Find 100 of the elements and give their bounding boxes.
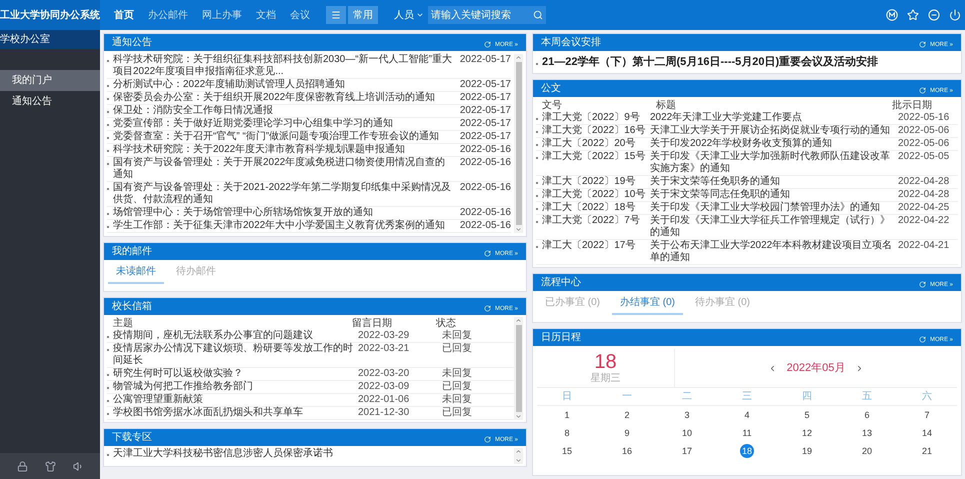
scroll-down-icon[interactable] (515, 413, 522, 420)
scrollbar[interactable] (514, 54, 523, 233)
document-link[interactable]: 关于印发《天津工业大学校园门禁管理办法》的通知 (650, 202, 898, 214)
calendar-day[interactable]: 8 (560, 426, 574, 440)
calendar-day[interactable]: 10 (680, 426, 694, 440)
star-icon[interactable] (907, 9, 919, 21)
calendar-day[interactable]: 21 (920, 444, 934, 458)
calendar-day[interactable]: 6 (860, 408, 874, 422)
calendar-day[interactable]: 15 (560, 444, 574, 458)
document-link[interactable]: 关于宋文荣等同志任免职的通知 (650, 189, 898, 201)
notice-link[interactable]: 场馆管理中心：关于场馆管理中心所辖场馆恢复开放的通知 (107, 207, 454, 219)
refresh-icon[interactable] (918, 281, 926, 288)
document-link[interactable]: 关于公布天津工业大学2022年本科教材建设项目立项名单的通知 (650, 240, 898, 264)
scroll-up-icon[interactable] (515, 54, 522, 61)
scroll-down-icon[interactable] (515, 457, 522, 464)
notice-link[interactable]: 国有资产与设备管理处：关于2021-2022学年第二学期复印纸集中采购情况及供货、付款流程的通知 (107, 182, 454, 206)
calendar-day[interactable]: 5 (800, 408, 814, 422)
tab[interactable]: 未读邮件 (108, 264, 164, 284)
shirt-icon[interactable] (44, 460, 56, 472)
calendar-day[interactable]: 17 (680, 444, 694, 458)
power-icon[interactable] (949, 9, 961, 21)
mailbox-link[interactable]: 疫情居家办公情况下建议烦琐、粉研要等发放工作的时间延长 (107, 343, 358, 367)
document-link[interactable]: 天津工业大学关于开展访企拓岗促就业专项行动的通知 (650, 125, 898, 137)
column-header: 批示日期 (892, 99, 933, 112)
scroll-up-icon[interactable] (515, 448, 522, 455)
scroll-down-icon[interactable] (515, 226, 522, 233)
mailbox-link[interactable]: 学校图书馆旁据水冰面乱扔烟头和共享单车 (107, 407, 358, 419)
download-link[interactable]: 天津工业大学科技秘书密信息涉密人员保密承诺书 (107, 448, 514, 460)
refresh-icon[interactable] (484, 41, 491, 48)
minus-circle-icon[interactable] (928, 9, 940, 21)
message-date: 2022-01-06 (358, 394, 410, 406)
circled-m-icon[interactable] (886, 9, 898, 21)
notice-date: 2022-05-16 (460, 220, 511, 232)
calendar-day[interactable]: 14 (920, 426, 934, 440)
tab[interactable]: 办结事宜 (0) (612, 295, 683, 315)
weekday-label: 三 (742, 390, 752, 403)
notice-link[interactable]: 保卫处：消防安全工作每日情况通报 (107, 105, 454, 117)
sidebar-item[interactable]: 我的门户 (0, 70, 100, 91)
sidebar-title: 学校办公室 (0, 32, 50, 47)
notice-date: 2022-05-16 (460, 144, 511, 156)
calendar-day[interactable]: 18 (740, 444, 754, 458)
notice-link[interactable]: 保密委员会办公室：关于组织开展2022年度保密教育线上培训活动的通知 (107, 92, 454, 104)
scrollbar[interactable] (514, 448, 523, 464)
calendar-day[interactable]: 2 (620, 408, 634, 422)
notice-link[interactable]: 分析测试中心：2022年度辅助测试管理人员招聘通知 (107, 79, 454, 91)
notice-date: 2022-05-16 (460, 157, 511, 169)
calendar-day[interactable]: 12 (800, 426, 814, 440)
refresh-icon[interactable] (918, 87, 926, 94)
notice-link[interactable]: 党委督查室：关于召开“官气” “衙门”做派问题专项治理工作专班会议的通知 (107, 131, 454, 143)
column-header: 主题 (113, 317, 134, 330)
refresh-icon[interactable] (484, 436, 491, 443)
column-header: 状态 (436, 317, 457, 330)
mailbox-link[interactable]: 研究生何时可以返校做实验？ (107, 368, 358, 380)
calendar-day[interactable]: 9 (620, 426, 634, 440)
scroll-thumb[interactable] (516, 62, 522, 225)
document-number: 津工大〔2022〕18号 (542, 202, 636, 214)
caret-icon (416, 11, 424, 19)
mailbox-link[interactable]: 物管城为何把工作推给教务部门 (107, 381, 358, 393)
refresh-icon[interactable] (918, 336, 926, 343)
refresh-icon[interactable] (918, 41, 926, 48)
meeting-link[interactable]: 21—22学年（下）第十二周(5月16日----5月20日)重要会议及活动安排 (536, 55, 958, 69)
notice-link[interactable]: 党委宣传部：关于做好近期党委理论学习中心组集中学习的通知 (107, 118, 454, 130)
calendar-day[interactable]: 4 (740, 408, 754, 422)
scope-dropdown[interactable]: 人员 (394, 8, 424, 22)
document-link[interactable]: 2022年天津工业大学党建工作要点 (650, 112, 898, 124)
document-number: 津工大党〔2022〕7号 (542, 215, 640, 227)
sidebar-item[interactable]: 通知公告 (0, 91, 100, 112)
nav-tab[interactable]: 首页 (114, 8, 134, 22)
scrollbar[interactable] (514, 317, 523, 420)
calendar-day[interactable]: 19 (800, 444, 814, 458)
document-link[interactable]: 关于印发《天津工业大学征兵工作管理规定（试行）》的通知 (650, 215, 898, 239)
notice-date: 2022-05-16 (460, 207, 511, 219)
notice-link[interactable]: 学生工作部：关于征集天津市2022年大中小学爱国主义教育优秀案例的通知 (107, 220, 454, 232)
calendar-day[interactable]: 16 (620, 444, 634, 458)
document-link[interactable]: 关于印发2022年学校财务收支预算的通知 (650, 138, 898, 150)
reply-status: 未回复 (442, 330, 473, 342)
calendar-day[interactable]: 13 (860, 426, 874, 440)
document-number: 津工大〔2022〕19号 (542, 176, 636, 188)
document-link[interactable]: 关于印发《天津工业大学加强新时代教师队伍建设改革实施方案》的通知 (650, 151, 898, 175)
refresh-icon[interactable] (484, 250, 491, 257)
scroll-thumb[interactable] (516, 325, 522, 412)
scroll-up-icon[interactable] (515, 317, 522, 324)
document-date: 2022-05-06 (898, 138, 950, 150)
speaker-icon[interactable] (72, 460, 84, 472)
document-link[interactable]: 关于宋文荣等任免职务的通知 (650, 176, 898, 188)
calendar-day[interactable]: 20 (860, 444, 874, 458)
calendar-day[interactable]: 11 (740, 426, 754, 440)
menu-button[interactable] (326, 6, 346, 24)
lock-icon[interactable] (16, 460, 28, 472)
calendar-day[interactable]: 3 (680, 408, 694, 422)
notice-link[interactable]: 国有资产与设备管理处：关于开展2022年度减免税进口物资使用情况自查的通知 (107, 157, 454, 181)
search-field[interactable]: 请输入关键词搜索 (428, 6, 546, 24)
notice-link[interactable]: 科学技术研究院：关于组织征集科技部科技创新2030—“新一代人工智能”重大项目2022年度项目申报指南征求意见... (107, 54, 454, 78)
search-icon[interactable] (533, 10, 543, 20)
notice-link[interactable]: 科学技术研究院：关于2022年度天津市教育科学规划课题申报通知 (107, 144, 454, 156)
mailbox-link[interactable]: 公寓管理望重新献策 (107, 394, 358, 406)
mailbox-link[interactable]: 疫情期间，座机无法联系办公事宜的问题建议 (107, 330, 358, 342)
refresh-icon[interactable] (484, 305, 491, 312)
calendar-day[interactable]: 1 (560, 408, 574, 422)
calendar-day[interactable]: 7 (920, 408, 934, 422)
